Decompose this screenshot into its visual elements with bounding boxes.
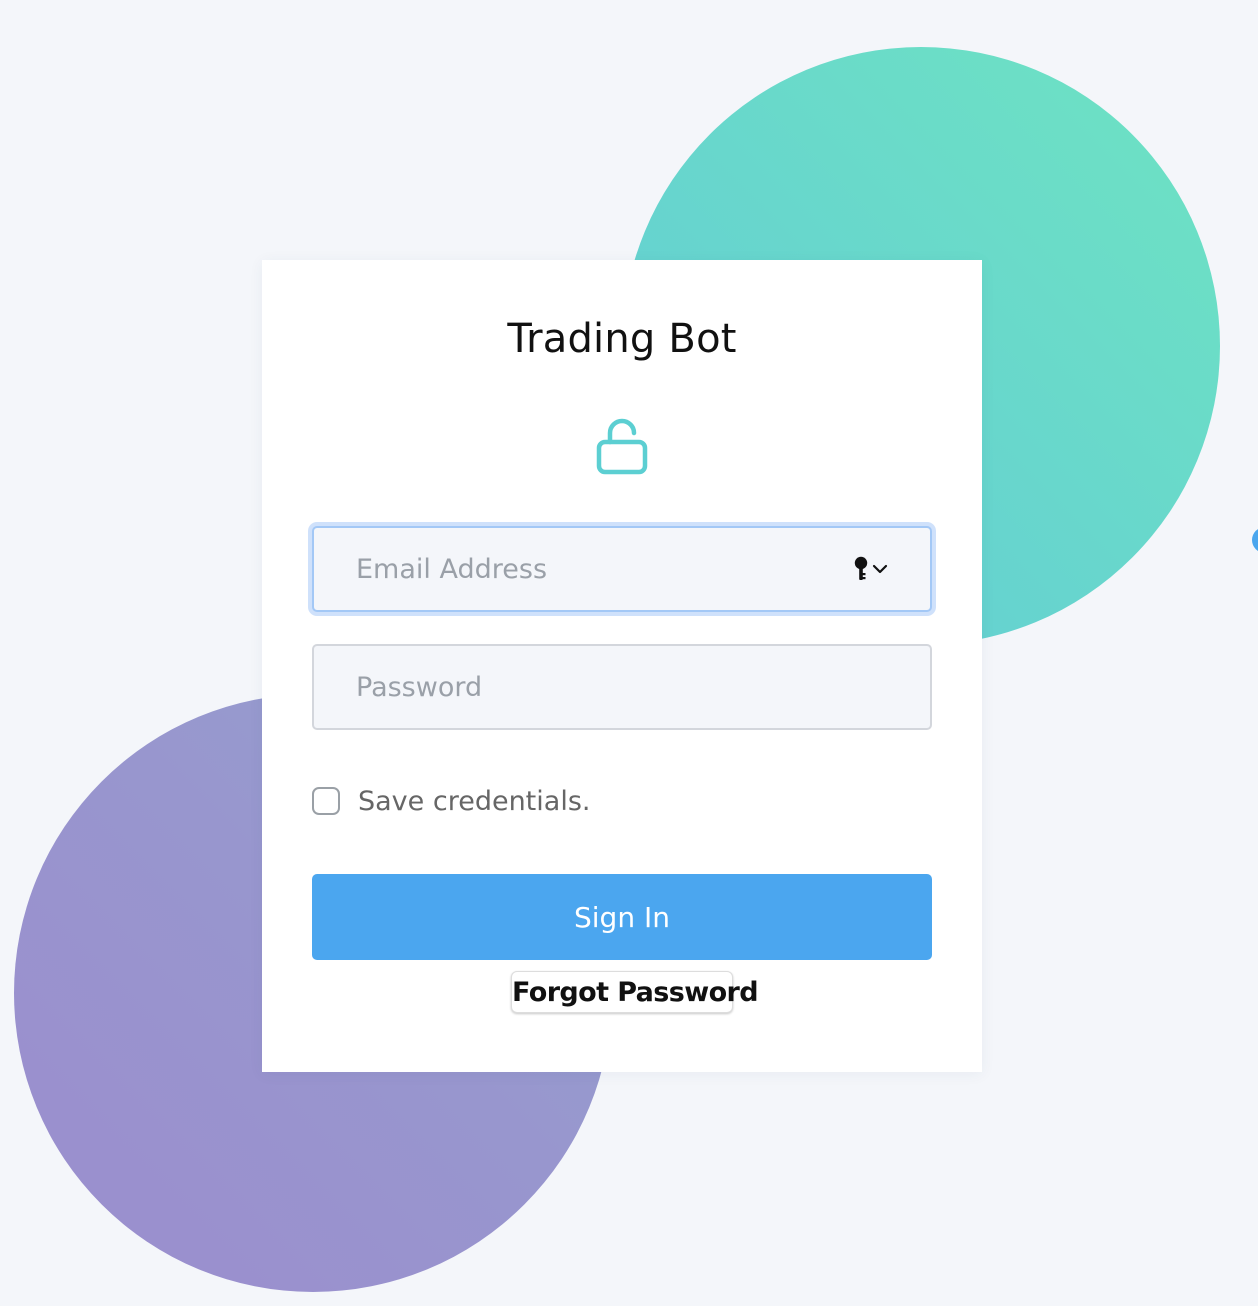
email-field: [312, 526, 932, 612]
email-input[interactable]: [314, 528, 854, 610]
save-credentials-label: Save credentials.: [358, 785, 591, 817]
forgot-password-button[interactable]: Forgot Password: [511, 971, 759, 1013]
password-input[interactable]: [314, 646, 930, 728]
password-autofill-button[interactable]: [854, 528, 930, 610]
chevron-down-icon: [872, 564, 888, 574]
save-credentials-option[interactable]: Save credentials.: [312, 784, 590, 818]
edge-blue-dot: [1252, 527, 1258, 553]
app-title: Trading Bot: [507, 316, 737, 362]
save-credentials-checkbox[interactable]: [312, 787, 340, 815]
sign-in-button[interactable]: Sign In: [312, 874, 932, 960]
unlocked-padlock-icon: [596, 418, 648, 475]
login-card: Trading Bot Save credentials. Sign In Fo…: [262, 260, 982, 1072]
password-field: [312, 644, 932, 730]
key-icon: [854, 556, 868, 580]
